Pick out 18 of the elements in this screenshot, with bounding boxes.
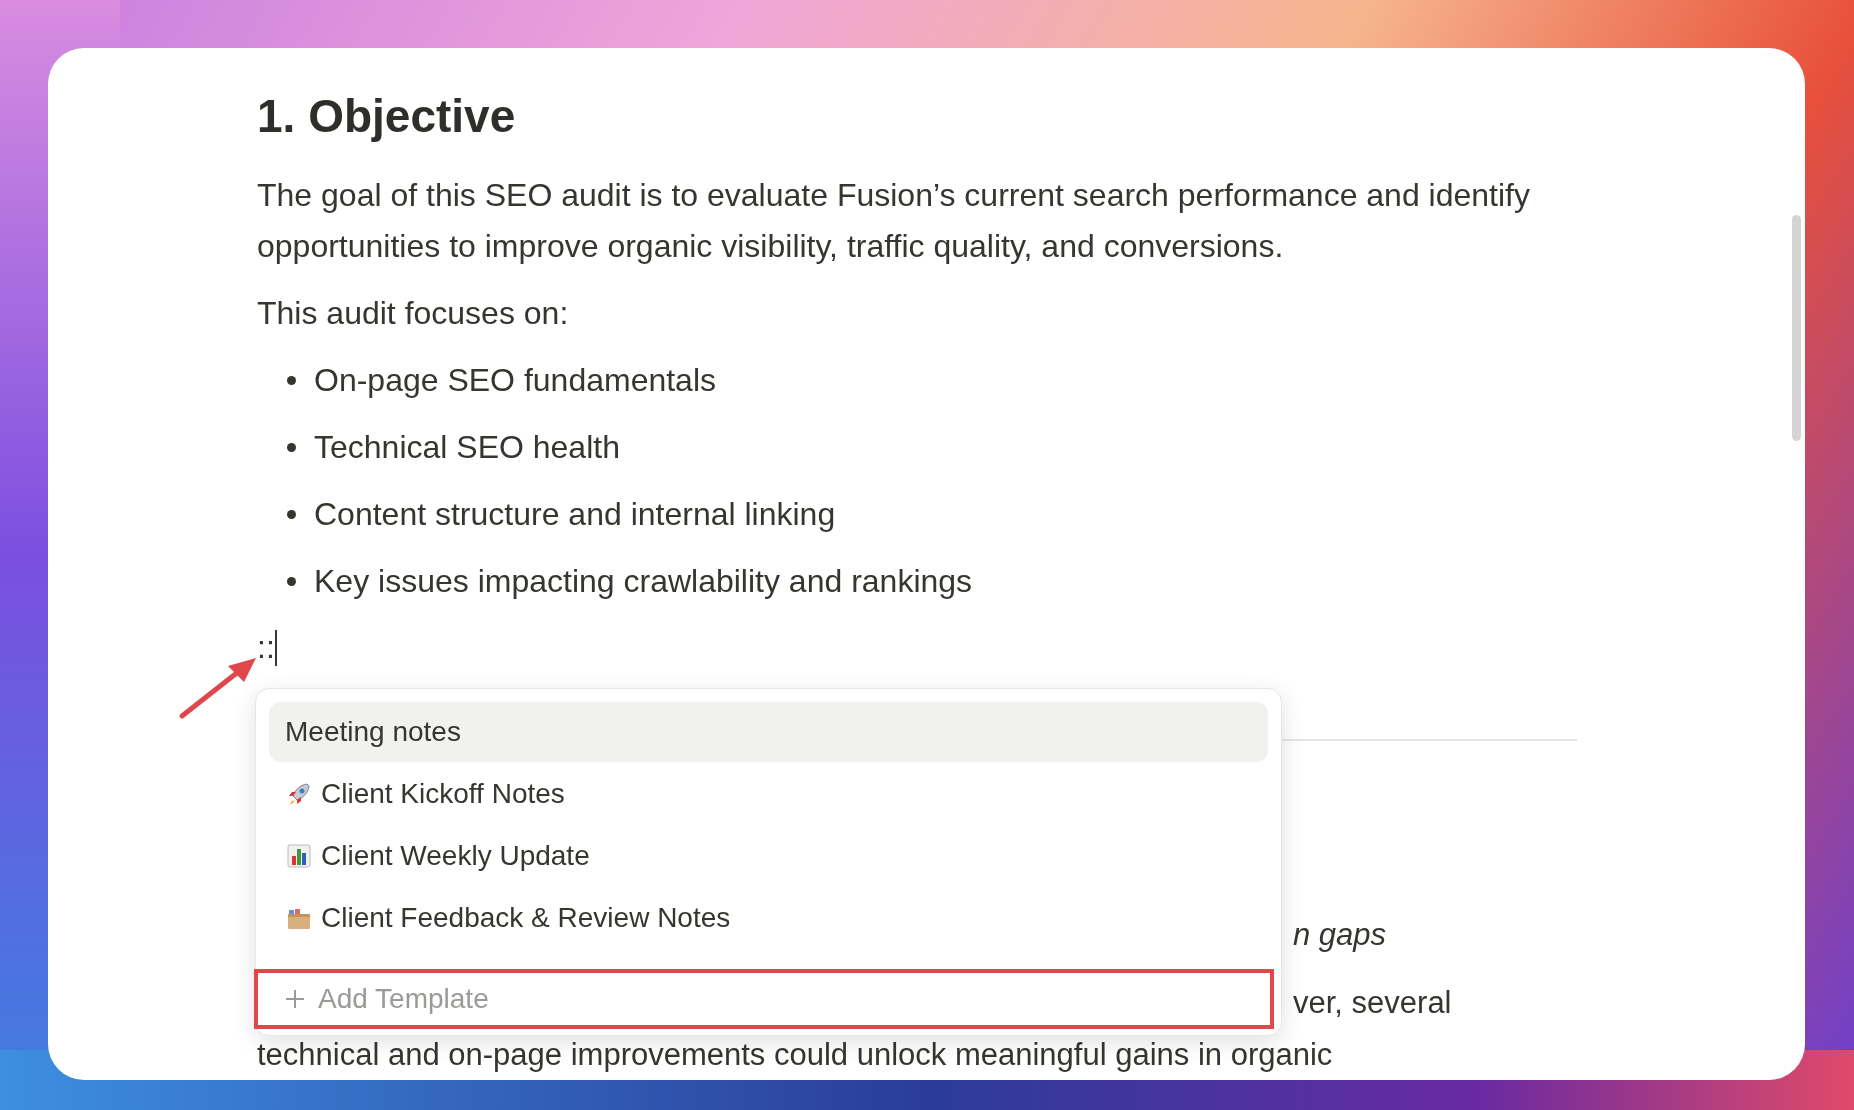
menu-section-title[interactable]: Meeting notes: [269, 702, 1268, 762]
menu-item[interactable]: Client Kickoff Notes: [269, 764, 1268, 824]
bar-chart-icon: [285, 842, 313, 870]
bullet-text: On-page SEO fundamentals: [314, 361, 716, 400]
bullet-text: Key issues impacting crawlability and rankings: [314, 562, 973, 601]
paragraph-line: technical and on-page improvements could unlock meaningful gains in organic: [257, 1036, 1333, 1074]
section-heading: 1. Objective: [257, 89, 517, 144]
text-cursor-icon: [274, 629, 277, 666]
typed-text: ::: [257, 628, 275, 667]
menu-item[interactable]: Client Feedback & Review Notes: [269, 888, 1268, 948]
focus-label: This audit focuses on:: [257, 294, 570, 333]
menu-item[interactable]: Client Weekly Update: [269, 826, 1268, 886]
bullet-text: Content structure and internal linking: [314, 495, 836, 534]
partial-italic-text: n gaps: [1293, 916, 1387, 954]
bullet-text: Technical SEO health: [314, 428, 620, 467]
partial-text: ver, several: [1293, 984, 1452, 1022]
intro-paragraph: The goal of this SEO audit is to evaluate Fusion’s current search performance and identify opportunities to improve organic visibility, traffic quality, and conversions.: [257, 176, 1531, 266]
plus-icon: [284, 988, 306, 1010]
